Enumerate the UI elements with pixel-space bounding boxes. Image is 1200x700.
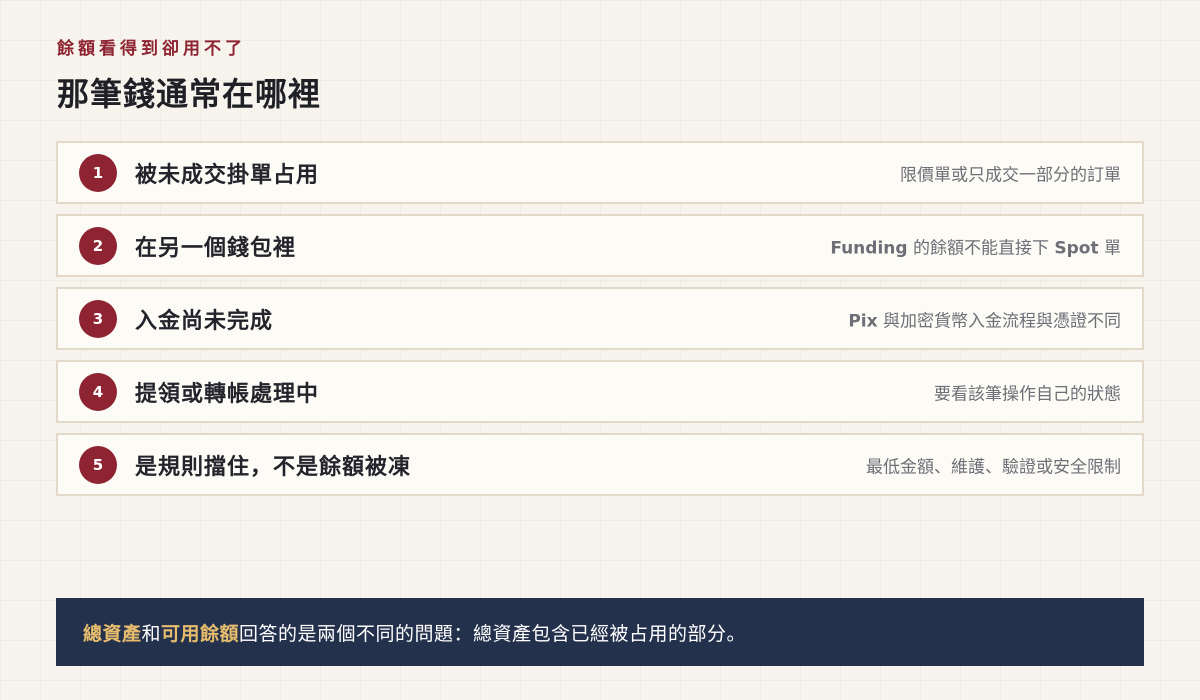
number-badge: 5 (79, 445, 117, 484)
note-text: 回答的是兩個不同的問題：總資產包含已經被占用的部分。 (239, 622, 747, 645)
reason-description: Funding 的餘額不能直接下 Spot 單 (830, 233, 1121, 258)
reason-title: 入金尚未完成 (135, 308, 274, 334)
reason-title: 在另一個錢包裡 (135, 235, 297, 261)
reason-title: 是規則擋住，不是餘額被凍 (135, 454, 412, 480)
reason-description: 最低金額、維護、驗證或安全限制 (866, 457, 1121, 477)
number-badge: 2 (79, 226, 117, 265)
description-text: 的餘額不能直接下 (907, 238, 1055, 258)
number-badge: 4 (79, 372, 117, 411)
number-badge: 1 (79, 153, 117, 192)
eyebrow-label: 餘額看得到卻用不了 (57, 39, 246, 59)
reason-description: 限價單或只成交一部分的訂單 (900, 165, 1121, 185)
wallet-name: Funding (830, 238, 908, 258)
wallet-name: Spot (1054, 238, 1099, 258)
page-title: 那筆錢通常在哪裡 (57, 75, 322, 113)
reason-item-5: 5 是規則擋住，不是餘額被凍 最低金額、維護、驗證或安全限制 (56, 433, 1144, 496)
reason-item-4: 4 提領或轉帳處理中 要看該筆操作自己的狀態 (56, 360, 1144, 423)
note-connector: 和 (141, 622, 162, 645)
reason-description: 要看該筆操作自己的狀態 (934, 384, 1121, 404)
highlight-total-assets: 總資產 (83, 622, 142, 645)
summary-note: 總資產和可用餘額 回答的是兩個不同的問題：總資產包含已經被占用的部分。 (56, 598, 1144, 666)
reason-item-2: 2 在另一個錢包裡 Funding 的餘額不能直接下 Spot 單 (56, 214, 1144, 277)
reason-description: Pix 與加密貨幣入金流程與憑證不同 (848, 306, 1121, 331)
highlight-available-balance: 可用餘額 (161, 622, 240, 645)
description-text: 與加密貨幣入金流程與憑證不同 (877, 311, 1121, 331)
reason-item-3: 3 入金尚未完成 Pix 與加密貨幣入金流程與憑證不同 (56, 287, 1144, 350)
reason-list: 1 被未成交掛單占用 限價單或只成交一部分的訂單 2 在另一個錢包裡 Fundi… (56, 141, 1144, 496)
description-text: 單 (1098, 238, 1121, 258)
number-badge: 3 (79, 299, 117, 338)
reason-title: 提領或轉帳處理中 (135, 381, 320, 407)
reason-item-1: 1 被未成交掛單占用 限價單或只成交一部分的訂單 (56, 141, 1144, 204)
payment-method-name: Pix (848, 311, 878, 331)
reason-title: 被未成交掛單占用 (135, 162, 320, 188)
